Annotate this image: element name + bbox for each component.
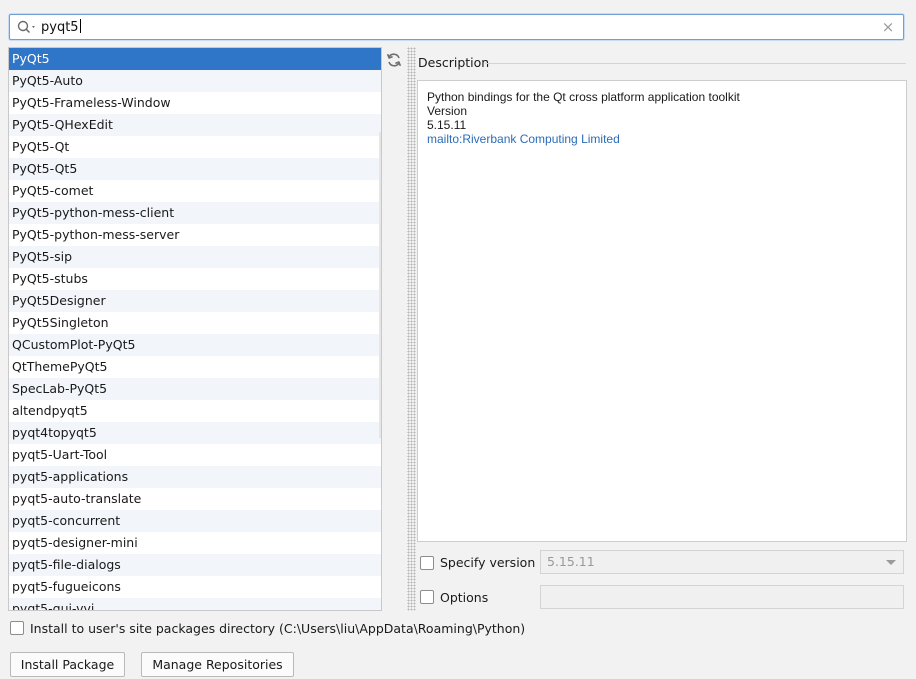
- version-label: Version: [427, 104, 468, 118]
- search-bar[interactable]: pyqt5 ×: [9, 14, 904, 40]
- package-list-item[interactable]: PyQt5-python-mess-client: [9, 202, 381, 224]
- list-scrollbar[interactable]: [379, 132, 381, 438]
- reload-icon[interactable]: [384, 50, 404, 70]
- package-list-item[interactable]: pyqt5-gui-vvi: [9, 598, 381, 610]
- package-list-item[interactable]: pyqt5-fugueicons: [9, 576, 381, 598]
- options-label: Options: [440, 590, 489, 605]
- package-summary: Python bindings for the Qt cross platfor…: [427, 90, 740, 104]
- package-list-item[interactable]: pyqt5-designer-mini: [9, 532, 381, 554]
- chevron-down-icon: [886, 560, 896, 565]
- description-panel: Python bindings for the Qt cross platfor…: [417, 80, 907, 542]
- install-user-checkbox[interactable]: [10, 621, 24, 635]
- search-icon[interactable]: [16, 18, 38, 36]
- package-list-item[interactable]: PyQt5-Auto: [9, 70, 381, 92]
- package-list-item[interactable]: SpecLab-PyQt5: [9, 378, 381, 400]
- package-list-item[interactable]: pyqt5-applications: [9, 466, 381, 488]
- clear-search-icon[interactable]: ×: [881, 19, 895, 35]
- specify-version-label: Specify version: [440, 555, 536, 570]
- install-user-label: Install to user's site packages director…: [30, 621, 526, 636]
- manage-repositories-button[interactable]: Manage Repositories: [141, 652, 294, 677]
- install-package-button[interactable]: Install Package: [10, 652, 125, 677]
- package-list[interactable]: PyQt5 PyQt5-Auto PyQt5-Frameless-Window PyQ…: [8, 47, 382, 611]
- author-link[interactable]: mailto:Riverbank Computing Limited: [427, 132, 906, 146]
- package-list-item[interactable]: PyQt5Singleton: [9, 312, 381, 334]
- package-list-item[interactable]: PyQt5-Qt5: [9, 158, 381, 180]
- package-list-item[interactable]: PyQt5-Frameless-Window: [9, 92, 381, 114]
- package-list-item[interactable]: PyQt5-Qt: [9, 136, 381, 158]
- panel-splitter[interactable]: [407, 47, 416, 611]
- package-list-item[interactable]: pyqt5-auto-translate: [9, 488, 381, 510]
- text-caret: [79, 19, 81, 33]
- description-divider: [485, 63, 906, 64]
- version-value: 5.15.11: [427, 118, 467, 132]
- version-select-value: 5.15.11: [547, 554, 595, 569]
- search-input[interactable]: pyqt5: [41, 19, 81, 35]
- package-list-item[interactable]: pyqt5-concurrent: [9, 510, 381, 532]
- package-list-item[interactable]: PyQt5Designer: [9, 290, 381, 312]
- version-select[interactable]: 5.15.11: [540, 550, 904, 574]
- specify-version-checkbox[interactable]: [420, 556, 434, 570]
- package-list-item[interactable]: PyQt5-comet: [9, 180, 381, 202]
- package-list-item[interactable]: pyqt4topyqt5: [9, 422, 381, 444]
- package-list-item[interactable]: QCustomPlot-PyQt5: [9, 334, 381, 356]
- options-input[interactable]: [540, 585, 904, 609]
- package-list-item[interactable]: PyQt5-sip: [9, 246, 381, 268]
- package-list-item[interactable]: PyQt5: [9, 48, 381, 70]
- description-header: Description: [418, 55, 490, 70]
- package-list-item[interactable]: altendpyqt5: [9, 400, 381, 422]
- package-list-item[interactable]: pyqt5-file-dialogs: [9, 554, 381, 576]
- package-list-item[interactable]: pyqt5-Uart-Tool: [9, 444, 381, 466]
- package-list-item[interactable]: PyQt5-QHexEdit: [9, 114, 381, 136]
- package-list-item[interactable]: QtThemePyQt5: [9, 356, 381, 378]
- package-list-item[interactable]: PyQt5-stubs: [9, 268, 381, 290]
- package-list-item[interactable]: PyQt5-python-mess-server: [9, 224, 381, 246]
- options-checkbox[interactable]: [420, 590, 434, 604]
